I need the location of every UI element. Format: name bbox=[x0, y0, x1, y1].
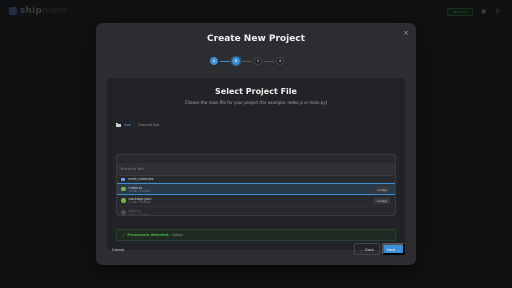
panel-title: Select Project File bbox=[215, 87, 297, 96]
file-row-selected[interactable]: index.js 2.4 KB • modified nodejs bbox=[117, 183, 395, 195]
file-type-tag: nodejs bbox=[374, 198, 390, 204]
step-3: 3 bbox=[254, 57, 262, 65]
modal-title: Create New Project bbox=[207, 34, 305, 44]
file-browser: node_modules index.js 2.4 KB • modified … bbox=[116, 154, 396, 216]
step-connector bbox=[264, 60, 274, 62]
detection-value: nodejs bbox=[171, 233, 184, 237]
breadcrumb-separator: / bbox=[134, 123, 136, 127]
file-type-tag: nodejs bbox=[374, 187, 390, 193]
create-project-modal: Create New Project × 1 2 3 4 Select Proj… bbox=[96, 23, 416, 265]
json-file-icon bbox=[121, 198, 126, 203]
next-button[interactable]: Next → bbox=[382, 243, 405, 255]
breadcrumb: root / Dreyard Bot bbox=[116, 123, 159, 127]
stepper: 1 2 3 4 bbox=[210, 57, 284, 65]
file-row[interactable]: package.json 1.1 KB • modified nodejs bbox=[117, 195, 395, 207]
nodejs-file-icon bbox=[121, 186, 126, 192]
detection-label: Framework detected: bbox=[127, 233, 170, 237]
file-meta: 1.1 KB • modified bbox=[128, 201, 151, 204]
step-connector bbox=[220, 60, 230, 62]
step-connector bbox=[242, 60, 252, 62]
framework-detected-banner: ✓ Framework detected: nodejs bbox=[116, 229, 396, 241]
check-icon: ✓ bbox=[122, 232, 126, 238]
step-2: 2 bbox=[232, 57, 240, 65]
file-search-input[interactable] bbox=[117, 163, 395, 176]
folder-icon bbox=[121, 177, 125, 181]
breadcrumb-root[interactable]: root bbox=[124, 123, 131, 127]
file-meta: 512 B • modified bbox=[128, 213, 150, 216]
step-4: 4 bbox=[276, 57, 284, 65]
breadcrumb-current: Dreyard Bot bbox=[138, 123, 160, 127]
folder-row[interactable]: node_modules bbox=[117, 176, 395, 183]
back-button[interactable]: ← Back bbox=[354, 243, 380, 255]
file-row[interactable]: bot.log 512 B • modified bbox=[117, 207, 395, 216]
panel-subtitle: Choose the main file for your project (f… bbox=[184, 100, 328, 105]
close-icon[interactable]: × bbox=[403, 29, 409, 37]
step-1: 1 bbox=[210, 57, 218, 65]
folder-name: node_modules bbox=[128, 177, 154, 181]
log-file-icon bbox=[121, 210, 126, 215]
file-meta: 2.4 KB • modified bbox=[128, 189, 151, 193]
folder-icon bbox=[116, 123, 121, 127]
file-select-panel: Select Project File Choose the main file… bbox=[107, 78, 405, 250]
cancel-button[interactable]: Cancel bbox=[107, 245, 129, 254]
